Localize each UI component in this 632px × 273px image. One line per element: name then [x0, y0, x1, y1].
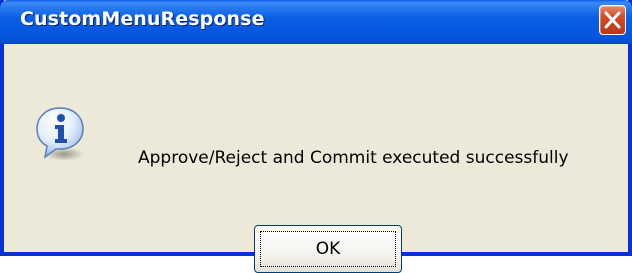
ok-button-label: OK	[315, 239, 341, 259]
close-icon	[604, 11, 621, 29]
info-icon	[36, 107, 84, 161]
window-title: CustomMenuResponse	[20, 8, 265, 30]
message-dialog: CustomMenuResponse Approve/Reject and Co…	[0, 0, 632, 273]
dialog-content: Approve/Reject and Commit executed succe…	[4, 44, 628, 273]
ok-button[interactable]: OK	[254, 225, 402, 273]
title-bar[interactable]: CustomMenuResponse	[0, 0, 632, 44]
dialog-message: Approve/Reject and Commit executed succe…	[138, 148, 569, 168]
close-button[interactable]	[599, 5, 626, 35]
